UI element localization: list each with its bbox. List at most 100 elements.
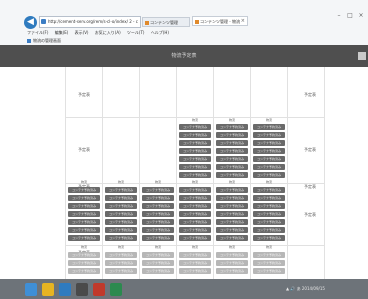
minimize-icon[interactable]: – <box>336 13 342 19</box>
reservation-cell[interactable]: コンテナ予約済み <box>253 268 285 274</box>
reservation-cell[interactable]: コンテナ予約済み <box>179 260 211 266</box>
reservation-cell[interactable]: コンテナ予約済み <box>68 219 100 225</box>
reservation-cell[interactable]: コンテナ予約済み <box>68 187 100 193</box>
reservation-cell[interactable]: コンテナ予約済み <box>216 132 248 138</box>
back-icon[interactable]: ◀ <box>24 16 37 29</box>
reservation-cell[interactable]: コンテナ予約済み <box>216 172 248 178</box>
reservation-cell[interactable]: コンテナ予約済み <box>216 124 248 130</box>
reservation-cell[interactable]: コンテナ予約済み <box>68 260 100 266</box>
reservation-cell[interactable]: コンテナ予約済み <box>253 164 285 170</box>
reservation-cell[interactable]: コンテナ予約済み <box>179 164 211 170</box>
reservation-cell[interactable]: コンテナ予約済み <box>179 203 211 209</box>
reservation-cell[interactable]: コンテナ予約済み <box>179 252 211 258</box>
reservation-cell[interactable]: コンテナ予約済み <box>179 187 211 193</box>
reservation-cell[interactable]: コンテナ予約済み <box>253 235 285 241</box>
reservation-cell[interactable]: コンテナ予約済み <box>142 187 174 193</box>
menu-favorites[interactable]: お気に入り(A) <box>95 30 121 35</box>
menu-help[interactable]: ヘルプ(H) <box>151 30 169 35</box>
maximize-icon[interactable]: □ <box>347 13 353 19</box>
reservation-cell[interactable]: コンテナ予約済み <box>179 140 211 146</box>
reservation-cell[interactable]: コンテナ予約済み <box>253 211 285 217</box>
reservation-cell[interactable]: コンテナ予約済み <box>105 187 137 193</box>
reservation-cell[interactable]: コンテナ予約済み <box>216 235 248 241</box>
app-icon[interactable] <box>93 283 105 296</box>
reservation-cell[interactable]: コンテナ予約済み <box>216 219 248 225</box>
reservation-cell[interactable]: コンテナ予約済み <box>216 156 248 162</box>
reservation-cell[interactable]: コンテナ予約済み <box>253 140 285 146</box>
reservation-cell[interactable]: コンテナ予約済み <box>68 211 100 217</box>
reservation-cell[interactable]: コンテナ予約済み <box>216 148 248 154</box>
reservation-cell[interactable]: コンテナ予約済み <box>142 252 174 258</box>
explorer-icon[interactable] <box>42 283 54 296</box>
reservation-cell[interactable]: コンテナ予約済み <box>142 260 174 266</box>
reservation-cell[interactable]: コンテナ予約済み <box>142 268 174 274</box>
reservation-cell[interactable]: コンテナ予約済み <box>179 268 211 274</box>
reservation-cell[interactable]: コンテナ予約済み <box>105 260 137 266</box>
reservation-cell[interactable]: コンテナ予約済み <box>179 148 211 154</box>
reservation-cell[interactable]: コンテナ予約済み <box>253 260 285 266</box>
reservation-cell[interactable]: コンテナ予約済み <box>216 203 248 209</box>
reservation-cell[interactable]: コンテナ予約済み <box>105 219 137 225</box>
media-icon[interactable] <box>76 283 88 296</box>
reservation-cell[interactable]: コンテナ予約済み <box>68 203 100 209</box>
reservation-cell[interactable]: コンテナ予約済み <box>142 195 174 201</box>
reservation-cell[interactable]: コンテナ予約済み <box>179 219 211 225</box>
reservation-cell[interactable]: コンテナ予約済み <box>142 235 174 241</box>
reservation-cell[interactable]: コンテナ予約済み <box>253 156 285 162</box>
reservation-cell[interactable]: コンテナ予約済み <box>68 268 100 274</box>
reservation-cell[interactable]: コンテナ予約済み <box>216 140 248 146</box>
reservation-cell[interactable]: コンテナ予約済み <box>253 148 285 154</box>
reservation-cell[interactable]: コンテナ予約済み <box>216 268 248 274</box>
reservation-cell[interactable]: コンテナ予約済み <box>105 235 137 241</box>
reservation-cell[interactable]: コンテナ予約済み <box>105 252 137 258</box>
tab-1[interactable]: コンテンツ管理 <box>142 17 190 27</box>
reservation-cell[interactable]: コンテナ予約済み <box>179 235 211 241</box>
reservation-cell[interactable]: コンテナ予約済み <box>253 219 285 225</box>
close-window-icon[interactable]: × <box>358 13 364 19</box>
reservation-cell[interactable]: コンテナ予約済み <box>179 156 211 162</box>
reservation-cell[interactable]: コンテナ予約済み <box>142 211 174 217</box>
reservation-cell[interactable]: コンテナ予約済み <box>105 268 137 274</box>
menu-tools[interactable]: ツール(T) <box>127 30 145 35</box>
reservation-cell[interactable]: コンテナ予約済み <box>253 252 285 258</box>
menu-file[interactable]: ファイル(F) <box>27 30 48 35</box>
reservation-cell[interactable]: コンテナ予約済み <box>179 172 211 178</box>
address-bar[interactable]: http://cement-serv.org/rem/s-cl-o/index/… <box>39 16 141 28</box>
menu-edit[interactable]: 編集(E) <box>55 30 69 35</box>
reservation-cell[interactable]: コンテナ予約済み <box>253 227 285 233</box>
reservation-cell[interactable]: コンテナ予約済み <box>68 227 100 233</box>
reservation-cell[interactable]: コンテナ予約済み <box>142 227 174 233</box>
reservation-cell[interactable]: コンテナ予約済み <box>105 195 137 201</box>
reservation-cell[interactable]: コンテナ予約済み <box>179 227 211 233</box>
reservation-cell[interactable]: コンテナ予約済み <box>179 124 211 130</box>
reservation-cell[interactable]: コンテナ予約済み <box>253 132 285 138</box>
app-icon[interactable] <box>110 283 122 296</box>
reservation-cell[interactable]: コンテナ予約済み <box>68 235 100 241</box>
reservation-cell[interactable]: コンテナ予約済み <box>216 260 248 266</box>
reservation-cell[interactable]: コンテナ予約済み <box>216 211 248 217</box>
start-icon[interactable] <box>25 283 37 296</box>
reservation-cell[interactable]: コンテナ予約済み <box>105 203 137 209</box>
favorite-link[interactable]: 物流の管理画面 <box>33 38 61 43</box>
reservation-cell[interactable]: コンテナ予約済み <box>179 211 211 217</box>
reservation-cell[interactable]: コンテナ予約済み <box>253 172 285 178</box>
reservation-cell[interactable]: コンテナ予約済み <box>216 164 248 170</box>
reservation-cell[interactable]: コンテナ予約済み <box>216 195 248 201</box>
header-button[interactable] <box>358 52 366 60</box>
reservation-cell[interactable]: コンテナ予約済み <box>253 124 285 130</box>
reservation-cell[interactable]: コンテナ予約済み <box>216 252 248 258</box>
reservation-cell[interactable]: コンテナ予約済み <box>179 195 211 201</box>
reservation-cell[interactable]: コンテナ予約済み <box>216 227 248 233</box>
reservation-cell[interactable]: コンテナ予約済み <box>68 252 100 258</box>
reservation-cell[interactable]: コンテナ予約済み <box>105 211 137 217</box>
reservation-cell[interactable]: コンテナ予約済み <box>179 132 211 138</box>
reservation-cell[interactable]: コンテナ予約済み <box>68 195 100 201</box>
reservation-cell[interactable]: コンテナ予約済み <box>216 187 248 193</box>
reservation-cell[interactable]: コンテナ予約済み <box>253 203 285 209</box>
reservation-cell[interactable]: コンテナ予約済み <box>253 195 285 201</box>
close-icon[interactable]: × <box>241 17 245 25</box>
browser-icon[interactable] <box>59 283 71 296</box>
reservation-cell[interactable]: コンテナ予約済み <box>142 203 174 209</box>
tab-2-active[interactable]: コンテンツ管理 - 物流 × <box>192 16 248 26</box>
reservation-cell[interactable]: コンテナ予約済み <box>105 227 137 233</box>
